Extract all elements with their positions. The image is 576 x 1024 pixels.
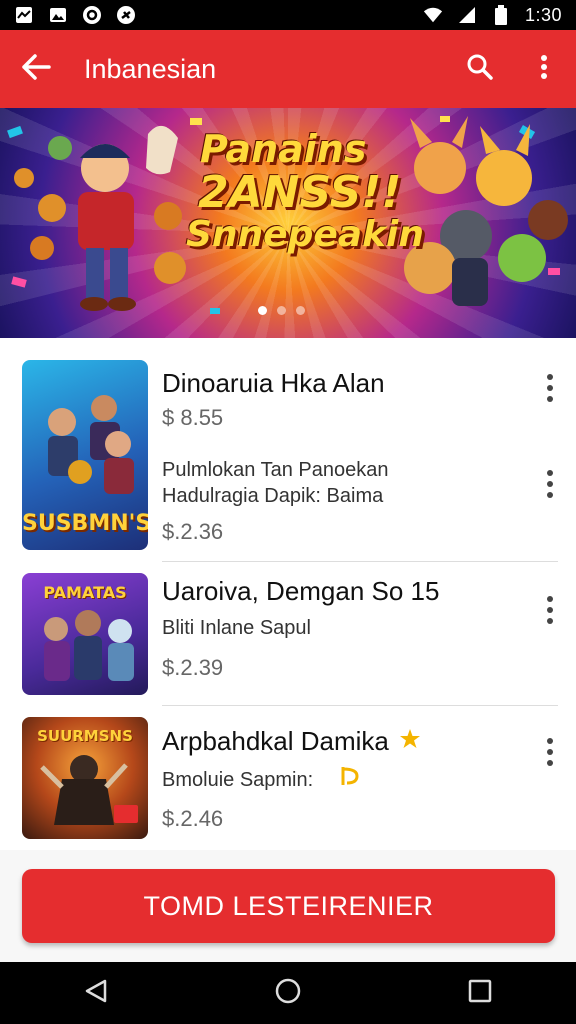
primary-action-button[interactable]: TOMD LESTEIRENIER [22, 869, 555, 943]
wifi-icon [423, 5, 443, 25]
item-subtitle: Bmoluie Sapmin: [162, 768, 314, 791]
thumbnail-title: PAMATAS [43, 583, 127, 602]
list-item[interactable]: PAMATAS Uaroiva, Demgan So 15 Bliti Inla… [0, 562, 576, 706]
nav-recents-button[interactable] [450, 963, 510, 1023]
carousel-dot[interactable] [296, 306, 305, 315]
item-text: Uaroiva, Demgan So 15 Bliti Inlane Sapul… [162, 576, 516, 681]
banner-headline-line1: Panains [200, 127, 367, 171]
battery-icon [491, 5, 511, 25]
carousel-indicator [258, 306, 305, 315]
app-icon [82, 5, 102, 25]
clock: 1:30 [524, 4, 562, 25]
item-subtitle: Bliti Inlane Sapul [162, 617, 311, 639]
game-list: SUSBMN'S Dinoaruia Hka Alan $ 8.55 Pulml… [0, 338, 576, 850]
item-price: $.2.46 [162, 806, 224, 831]
signal-icon [457, 5, 477, 25]
list-item[interactable]: SUSBMN'S Dinoaruia Hka Alan $ 8.55 Pulml… [0, 338, 576, 562]
nav-back-button[interactable] [66, 963, 126, 1023]
home-circle-icon [274, 977, 302, 1010]
refresh-badge-icon [337, 765, 361, 794]
item-name: Arpbahdkal Damika [162, 726, 389, 756]
search-icon [466, 53, 494, 86]
search-button[interactable] [448, 30, 512, 108]
item-more-button-2[interactable] [542, 470, 558, 498]
banner-headline-line2: 2ANSS!! [198, 166, 402, 218]
item-price-2: $.2.36 [162, 519, 224, 544]
item-more-button[interactable] [542, 596, 558, 624]
item-subtitle-2: Hadulragia Dapik: Baima [162, 485, 384, 507]
recents-square-icon [468, 979, 492, 1008]
banner-headline: Panains 2ANSS!! Snnepeakin [186, 127, 424, 254]
list-item[interactable]: SUURMSNS Arpbahdkal Damika Bmoluie Sapmi… [0, 706, 576, 850]
promo-banner[interactable]: Panains 2ANSS!! Snnepeakin [0, 108, 576, 338]
bottom-action-area: TOMD LESTEIRENIER [0, 850, 576, 962]
banner-headline-line3: Snnepeakin [186, 214, 424, 256]
item-name: Dinoaruia Hka Alan [162, 368, 385, 398]
back-triangle-icon [83, 978, 109, 1009]
item-name: Uaroiva, Demgan So 15 [162, 576, 440, 606]
back-arrow-icon [21, 53, 51, 85]
system-nav-bar [0, 962, 576, 1024]
status-bar: 1:30 [0, 0, 576, 30]
overflow-menu-button[interactable] [512, 30, 576, 108]
app-icon-2 [116, 5, 136, 25]
star-icon [399, 726, 421, 757]
game-thumbnail: SUSBMN'S [22, 360, 148, 550]
nav-home-button[interactable] [258, 963, 318, 1023]
carousel-dot-active[interactable] [258, 306, 267, 315]
item-more-button[interactable] [542, 374, 558, 402]
notification-icon [14, 5, 34, 25]
item-text: Dinoaruia Hka Alan $ 8.55 Pulmlokan Tan … [162, 368, 516, 545]
app-bar: Inbanesian [0, 30, 576, 108]
thumbnail-title: SUURMSNS [37, 727, 133, 745]
item-price: $ 8.55 [162, 405, 224, 430]
game-thumbnail: SUURMSNS [22, 717, 148, 839]
page-title: Inbanesian [84, 53, 217, 84]
image-icon [48, 5, 68, 25]
item-more-button[interactable] [542, 738, 558, 766]
game-thumbnail: PAMATAS [22, 573, 148, 695]
carousel-dot[interactable] [277, 306, 286, 315]
thumbnail-title: SUSBMN'S [22, 511, 148, 536]
back-button[interactable] [0, 30, 72, 108]
item-text: Arpbahdkal Damika Bmoluie Sapmin: $.2.46 [162, 726, 516, 832]
item-price: $.2.39 [162, 655, 224, 680]
item-subtitle: Pulmlokan Tan Panoekan [162, 459, 389, 481]
more-vert-icon [540, 54, 548, 85]
